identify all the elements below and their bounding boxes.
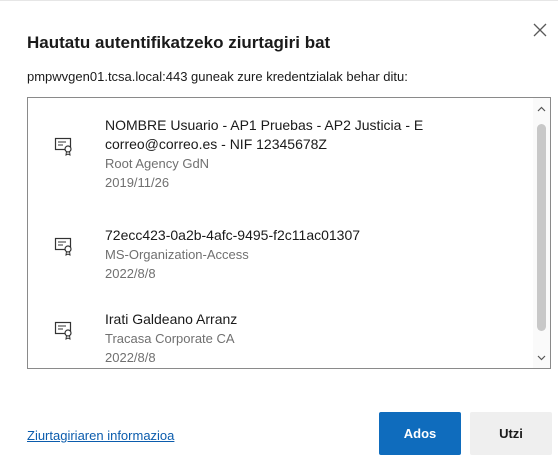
certificate-icon bbox=[54, 237, 72, 256]
chevron-down-icon bbox=[537, 355, 546, 360]
certificate-icon bbox=[54, 321, 72, 340]
dialog-subtitle: pmpwvgen01.tcsa.local:443 guneak zure kr… bbox=[27, 69, 408, 84]
certificate-item[interactable]: Irati Galdeano Arranz Tracasa Corporate … bbox=[28, 310, 526, 368]
certificate-item[interactable]: NOMBRE Usuario - AP1 Pruebas - AP2 Justi… bbox=[28, 116, 526, 202]
certificate-name: NOMBRE Usuario - AP1 Pruebas - AP2 Justi… bbox=[105, 117, 424, 133]
certificate-date: 2022/8/8 bbox=[105, 350, 156, 365]
certificate-issuer: MS-Organization-Access bbox=[105, 247, 249, 262]
dialog-title: Hautatu autentifikatzeko ziurtagiri bat bbox=[27, 33, 331, 52]
scroll-thumb[interactable] bbox=[537, 124, 546, 331]
top-divider bbox=[0, 0, 558, 1]
certificate-list[interactable]: NOMBRE Usuario - AP1 Pruebas - AP2 Justi… bbox=[27, 97, 551, 369]
list-scrollbar[interactable] bbox=[533, 98, 550, 368]
scroll-down-button[interactable] bbox=[533, 349, 550, 366]
certificate-date: 2022/8/8 bbox=[105, 266, 156, 281]
certificate-name: Irati Galdeano Arranz bbox=[105, 311, 238, 327]
ok-button[interactable]: Ados bbox=[379, 412, 461, 455]
chevron-up-icon bbox=[537, 106, 546, 111]
close-button[interactable] bbox=[526, 16, 554, 44]
certificate-date: 2019/11/26 bbox=[105, 175, 170, 190]
cancel-button[interactable]: Utzi bbox=[470, 412, 552, 455]
scroll-up-button[interactable] bbox=[533, 100, 550, 117]
certificate-issuer: Root Agency GdN bbox=[105, 156, 210, 171]
close-icon bbox=[533, 23, 547, 37]
certificate-name: 72ecc423-0a2b-4afc-9495-f2c11ac01307 bbox=[105, 227, 361, 243]
certificate-issuer: Tracasa Corporate CA bbox=[105, 331, 235, 346]
certificate-item[interactable]: 72ecc423-0a2b-4afc-9495-f2c11ac01307 MS-… bbox=[28, 226, 526, 292]
certificate-info-link[interactable]: Ziurtagiriaren informazioa bbox=[27, 428, 174, 443]
certificate-icon bbox=[54, 137, 72, 156]
certificate-name-line2: correo@correo.es - NIF 12345678Z bbox=[105, 136, 327, 152]
